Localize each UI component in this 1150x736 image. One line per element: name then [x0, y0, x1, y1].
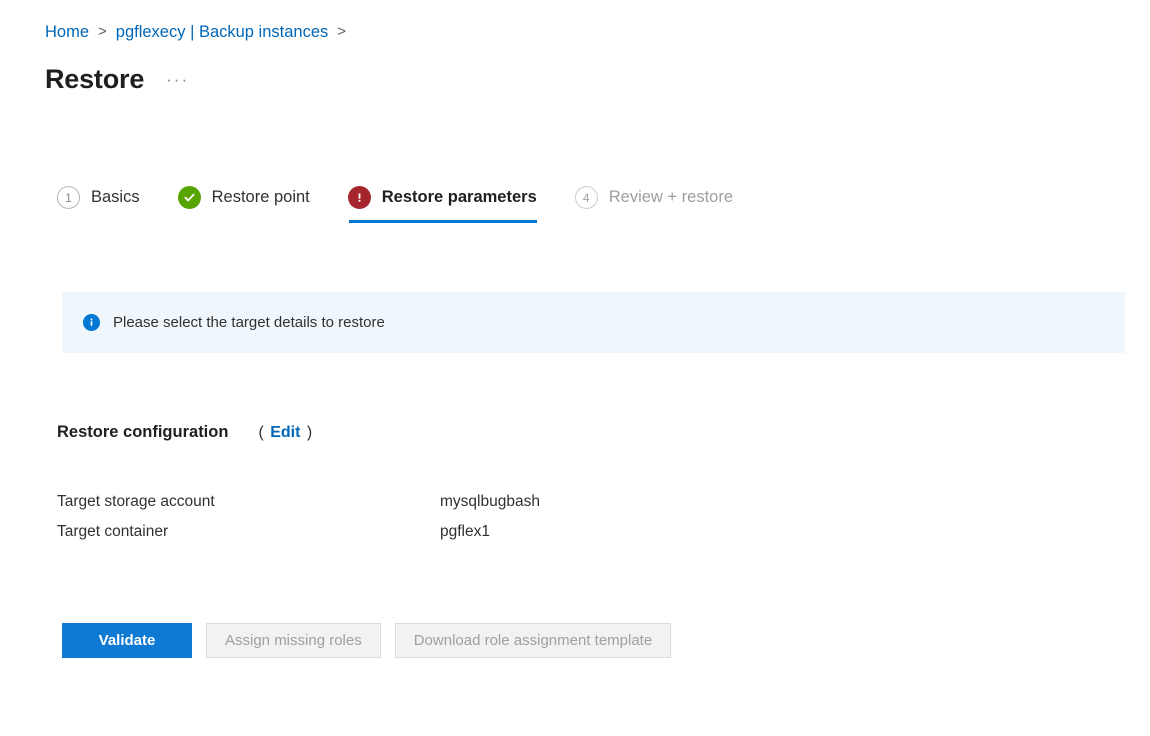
breadcrumb: Home > pgflexecy | Backup instances > — [45, 22, 355, 42]
action-buttons: Validate Assign missing roles Download r… — [62, 623, 672, 658]
validate-button[interactable]: Validate — [62, 623, 192, 658]
info-icon — [83, 314, 100, 331]
page-header: Restore ··· — [45, 62, 189, 100]
wizard-step-basics[interactable]: 1 Basics — [57, 186, 140, 223]
property-value-target-container: pgflex1 — [440, 523, 490, 540]
download-role-assignment-template-button[interactable]: Download role assignment template — [394, 623, 672, 658]
edit-link-wrapper: ( Edit ) — [258, 424, 312, 442]
step-number-badge-4: 4 — [574, 186, 598, 209]
wizard-step-label-restore-parameters: Restore parameters — [381, 188, 537, 206]
breadcrumb-separator-2: > — [337, 23, 347, 40]
info-banner: Please select the target details to rest… — [62, 292, 1125, 353]
property-value-target-storage-account: mysqlbugbash — [440, 493, 540, 510]
wizard-step-label-restore-point: Restore point — [211, 188, 310, 206]
restore-configuration-properties: Target storage account mysqlbugbash Targ… — [57, 493, 757, 553]
error-icon — [347, 186, 371, 209]
wizard-step-review-restore[interactable]: 4 Review + restore — [574, 186, 734, 223]
property-row: Target storage account mysqlbugbash — [57, 493, 757, 523]
wizard-step-restore-point[interactable]: Restore point — [177, 186, 310, 223]
restore-configuration-header: Restore configuration ( Edit ) — [57, 423, 312, 442]
paren-close: ) — [306, 424, 313, 441]
check-icon — [177, 186, 201, 209]
edit-link[interactable]: Edit — [268, 424, 302, 441]
restore-wizard-page: Home > pgflexecy | Backup instances > Re… — [0, 0, 1150, 736]
active-tab-underline — [348, 220, 537, 223]
more-options-icon[interactable]: ··· — [166, 63, 189, 97]
section-title: Restore configuration — [57, 423, 229, 441]
property-label-target-container: Target container — [57, 523, 169, 540]
paren-open: ( — [258, 424, 264, 441]
property-row: Target container pgflex1 — [57, 523, 757, 553]
property-label-target-storage-account: Target storage account — [57, 493, 215, 510]
wizard-step-label-basics: Basics — [91, 188, 140, 206]
breadcrumb-separator-1: > — [98, 23, 107, 40]
assign-missing-roles-button[interactable]: Assign missing roles — [206, 623, 381, 658]
wizard-step-label-review-restore: Review + restore — [608, 188, 734, 206]
info-banner-message: Please select the target details to rest… — [113, 314, 385, 331]
breadcrumb-item-backup-instances[interactable]: pgflexecy | Backup instances — [116, 22, 329, 42]
breadcrumb-item-home[interactable]: Home — [45, 22, 89, 42]
wizard-step-restore-parameters[interactable]: Restore parameters — [347, 186, 537, 223]
wizard-steps: 1 Basics Restore point Restore parameter… — [57, 186, 733, 223]
step-number-badge-1: 1 — [57, 186, 80, 209]
page-title: Restore — [45, 64, 145, 94]
